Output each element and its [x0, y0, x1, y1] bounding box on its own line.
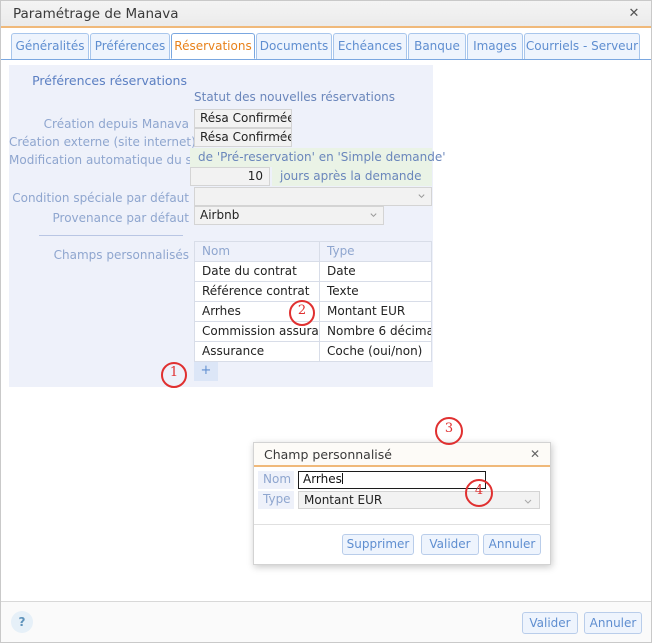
modification-auto-text: de 'Pré-reservation' en 'Simple demande' [190, 148, 432, 167]
section-divider [39, 235, 183, 236]
tab-courriels-serveur[interactable]: Courriels - Serveur [524, 33, 640, 59]
close-icon[interactable]: ✕ [626, 6, 642, 22]
window-titlebar: Paramétrage de Manava ✕ [1, 1, 651, 28]
label-condition-speciale: Condition spéciale par défaut [9, 191, 189, 205]
chevron-down-icon [277, 132, 286, 141]
tab-r-servations[interactable]: Réservations [171, 33, 255, 59]
page-title: Paramétrage de Manava [13, 6, 179, 22]
chevron-down-icon [369, 210, 378, 219]
dialog-body: Nom Arrhes Type Montant EUR [254, 469, 550, 521]
provenance-select[interactable]: Airbnb [194, 206, 384, 225]
chevron-down-icon [277, 113, 286, 122]
label-provenance: Provenance par défaut [9, 211, 189, 225]
annotation-marker-3: 3 [435, 417, 463, 445]
table-row[interactable]: Date du contratDate [195, 262, 431, 282]
valider-button[interactable]: Valider [522, 612, 578, 634]
creation-manava-select[interactable]: Résa Confirmée [194, 109, 292, 128]
table-row[interactable]: AssuranceCoche (oui/non) [195, 342, 431, 362]
status-note: Statut des nouvelles réservations [194, 90, 395, 104]
cell-type: Nombre 6 décimales [320, 322, 431, 342]
bottom-toolbar: ? Valider Annuler [1, 601, 651, 642]
table-header-row: NomType [195, 242, 431, 262]
tab-g-n-ralit-s[interactable]: Généralités [11, 33, 89, 59]
tab-documents[interactable]: Documents [256, 33, 332, 59]
condition-speciale-select[interactable] [194, 187, 432, 206]
cell-type: Date [320, 262, 431, 282]
custom-field-dialog: Champ personnalisé ✕ Nom Arrhes Type Mon… [253, 442, 551, 565]
annuler-button[interactable]: Annuler [584, 612, 642, 634]
chevron-down-icon [523, 496, 533, 506]
cell-nom: Date du contrat [195, 262, 320, 282]
dialog-close-icon[interactable]: ✕ [528, 447, 542, 461]
tab-bar: GénéralitésPréférencesRéservationsDocume… [1, 30, 651, 60]
annotation-marker-4: 4 [465, 479, 493, 507]
cell-nom: Référence contrat [195, 282, 320, 302]
help-button[interactable]: ? [11, 611, 33, 633]
text-cursor [342, 473, 343, 484]
app-window: Paramétrage de Manava ✕ GénéralitésPréfé… [0, 0, 652, 643]
dialog-title: Champ personnalisé [264, 447, 392, 462]
jours-suffix-text: jours après la demande [272, 167, 432, 186]
cell-type: Coche (oui/non) [320, 342, 431, 362]
dialog-nom-value: Arrhes [303, 472, 342, 486]
cell-type: Texte [320, 282, 431, 302]
main-content: Préférences réservations Création depuis… [1, 61, 651, 601]
table-row[interactable]: Référence contratTexte [195, 282, 431, 302]
custom-fields-table: NomTypeDate du contratDateRéférence cont… [194, 241, 432, 362]
dialog-nom-input[interactable]: Arrhes [298, 471, 486, 489]
dialog-valider-button[interactable]: Valider [421, 534, 479, 555]
jours-input[interactable]: 10 [190, 167, 270, 186]
label-creation-externe: Création externe (site internet) [9, 135, 189, 149]
dialog-annuler-button[interactable]: Annuler [483, 534, 541, 555]
add-custom-field-button[interactable]: + [194, 362, 218, 381]
tab-pr-f-rences[interactable]: Préférences [90, 33, 170, 59]
annotation-marker-1: 1 [161, 362, 187, 388]
dialog-type-value: Montant EUR [304, 493, 382, 507]
annotation-marker-2: 2 [289, 300, 315, 326]
tab-images[interactable]: Images [467, 33, 523, 59]
cell-type: Montant EUR [320, 302, 431, 322]
label-modification-auto: Modification automatique du statut [9, 153, 189, 167]
dialog-type-select[interactable]: Montant EUR [298, 491, 540, 509]
dialog-footer: Supprimer Valider Annuler [254, 524, 550, 564]
dialog-type-label: Type [258, 491, 294, 509]
column-header-type: Type [320, 242, 431, 262]
column-header-nom: Nom [195, 242, 320, 262]
label-champs-personnalises: Champs personnalisés [9, 248, 189, 262]
tab-banque[interactable]: Banque [408, 33, 466, 59]
provenance-value: Airbnb [200, 208, 239, 222]
label-creation-manava: Création depuis Manava [9, 117, 189, 131]
dialog-nom-label: Nom [258, 471, 294, 489]
creation-externe-select[interactable]: Résa Confirmée [194, 128, 292, 147]
tab-ech-ances[interactable]: Echéances [333, 33, 407, 59]
chevron-down-icon [417, 191, 426, 200]
panel-title: Préférences réservations [17, 73, 187, 88]
table-row[interactable]: Commission assuranceNombre 6 décimales [195, 322, 431, 342]
cell-nom: Assurance [195, 342, 320, 362]
dialog-titlebar: Champ personnalisé ✕ [254, 443, 550, 467]
supprimer-button[interactable]: Supprimer [342, 534, 414, 555]
